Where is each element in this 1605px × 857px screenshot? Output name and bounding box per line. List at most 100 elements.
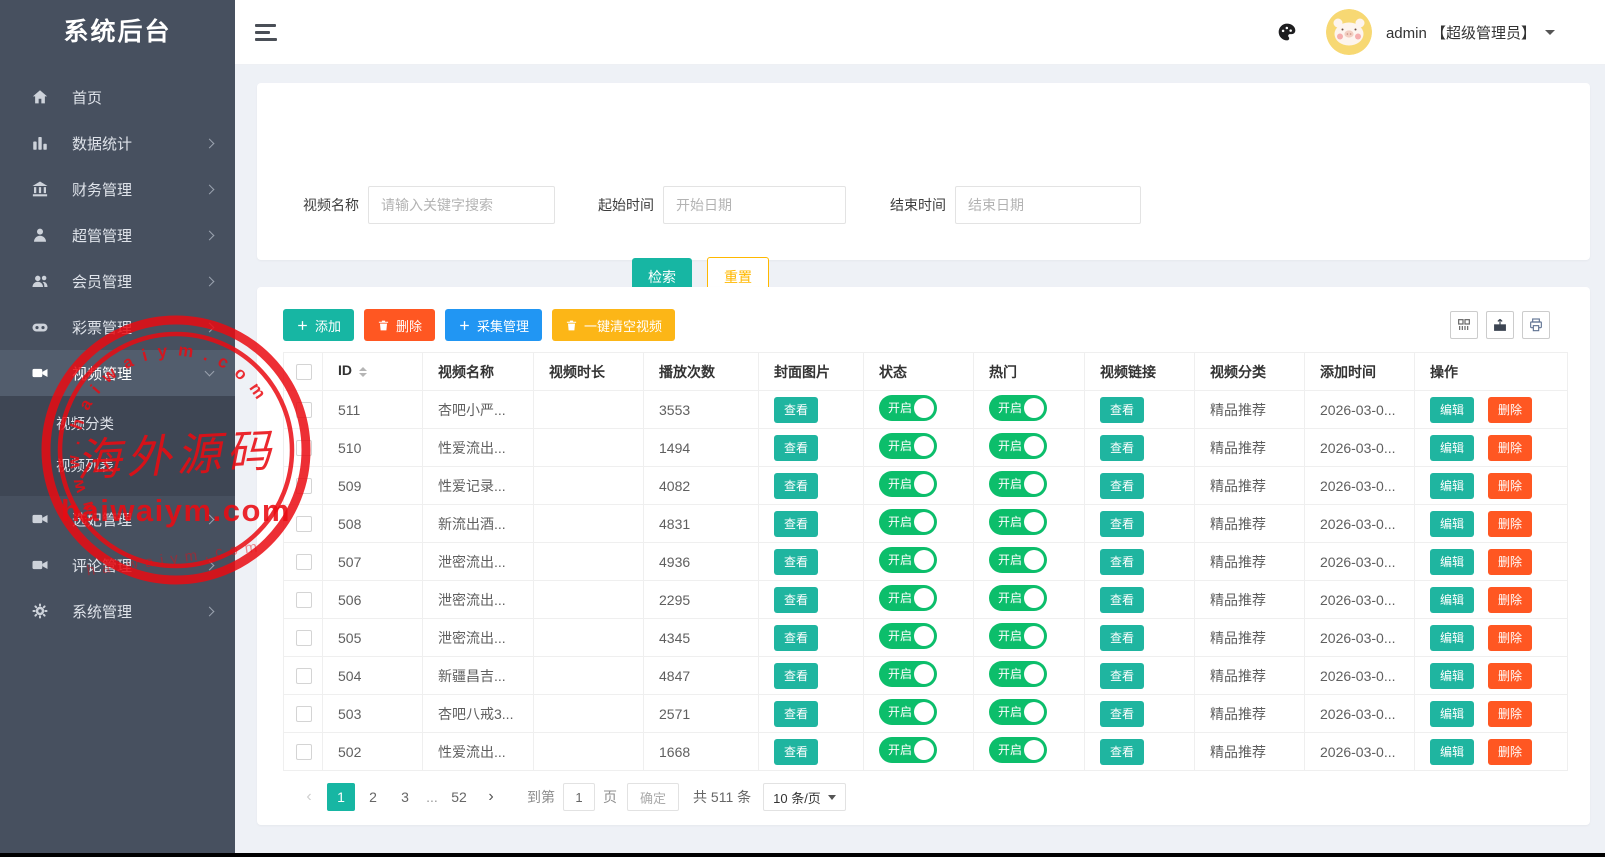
pagination-page-52[interactable]: 52	[445, 783, 473, 811]
sidebar-item-stats[interactable]: 数据统计	[0, 120, 235, 166]
edit-button[interactable]: 编辑	[1430, 739, 1474, 765]
row-checkbox[interactable]	[296, 706, 312, 722]
status-toggle[interactable]: 开启	[879, 433, 937, 459]
row-delete-button[interactable]: 删除	[1488, 397, 1532, 423]
cover-view-button[interactable]: 查看	[774, 663, 818, 689]
cover-view-button[interactable]: 查看	[774, 739, 818, 765]
row-delete-button[interactable]: 删除	[1488, 625, 1532, 651]
sidebar-subitem-video-categories[interactable]: 视频分类	[0, 404, 235, 446]
pagination-page-1[interactable]: 1	[327, 783, 355, 811]
add-button[interactable]: 添加	[283, 309, 354, 341]
sidebar-item-finance[interactable]: 财务管理	[0, 166, 235, 212]
row-delete-button[interactable]: 删除	[1488, 701, 1532, 727]
cover-view-button[interactable]: 查看	[774, 587, 818, 613]
row-checkbox[interactable]	[296, 402, 312, 418]
pagination-page-2[interactable]: 2	[359, 783, 387, 811]
row-checkbox[interactable]	[296, 440, 312, 456]
link-view-button[interactable]: 查看	[1100, 663, 1144, 689]
delete-button[interactable]: 删除	[364, 309, 435, 341]
page-size-select[interactable]: 10 条/页	[763, 783, 846, 811]
select-all-checkbox[interactable]	[296, 364, 312, 380]
row-delete-button[interactable]: 删除	[1488, 663, 1532, 689]
sort-icon[interactable]	[359, 363, 367, 381]
cover-view-button[interactable]: 查看	[774, 511, 818, 537]
collect-manage-button[interactable]: 采集管理	[445, 309, 542, 341]
sidebar-item-home[interactable]: 首页	[0, 74, 235, 120]
status-toggle[interactable]: 开启	[879, 547, 937, 573]
hot-toggle[interactable]: 开启	[989, 661, 1047, 687]
goto-page-input[interactable]	[563, 783, 595, 811]
status-toggle[interactable]: 开启	[879, 737, 937, 763]
sidebar-item-members[interactable]: 会员管理	[0, 258, 235, 304]
link-view-button[interactable]: 查看	[1100, 587, 1144, 613]
edit-button[interactable]: 编辑	[1430, 397, 1474, 423]
row-checkbox[interactable]	[296, 478, 312, 494]
goto-confirm-button[interactable]: 确定	[627, 783, 679, 811]
status-toggle[interactable]: 开启	[879, 623, 937, 649]
link-view-button[interactable]: 查看	[1100, 435, 1144, 461]
row-checkbox[interactable]	[296, 592, 312, 608]
row-delete-button[interactable]: 删除	[1488, 435, 1532, 461]
edit-button[interactable]: 编辑	[1430, 435, 1474, 461]
menu-toggle-button[interactable]	[255, 20, 279, 45]
row-delete-button[interactable]: 删除	[1488, 549, 1532, 575]
start-date-input[interactable]	[663, 186, 846, 224]
sidebar-item-superadmin[interactable]: 超管管理	[0, 212, 235, 258]
video-name-input[interactable]	[368, 186, 555, 224]
end-date-input[interactable]	[955, 186, 1141, 224]
filter-columns-button[interactable]	[1450, 311, 1478, 339]
row-checkbox[interactable]	[296, 744, 312, 760]
status-toggle[interactable]: 开启	[879, 471, 937, 497]
hot-toggle[interactable]: 开启	[989, 699, 1047, 725]
status-toggle[interactable]: 开启	[879, 509, 937, 535]
link-view-button[interactable]: 查看	[1100, 549, 1144, 575]
row-checkbox[interactable]	[296, 630, 312, 646]
status-toggle[interactable]: 开启	[879, 661, 937, 687]
row-delete-button[interactable]: 删除	[1488, 511, 1532, 537]
edit-button[interactable]: 编辑	[1430, 511, 1474, 537]
link-view-button[interactable]: 查看	[1100, 397, 1144, 423]
hot-toggle[interactable]: 开启	[989, 547, 1047, 573]
avatar[interactable]	[1326, 9, 1372, 55]
hot-toggle[interactable]: 开启	[989, 737, 1047, 763]
sidebar-item-lottery[interactable]: 彩票管理	[0, 304, 235, 350]
status-toggle[interactable]: 开启	[879, 395, 937, 421]
link-view-button[interactable]: 查看	[1100, 701, 1144, 727]
edit-button[interactable]: 编辑	[1430, 549, 1474, 575]
row-checkbox[interactable]	[296, 668, 312, 684]
cover-view-button[interactable]: 查看	[774, 625, 818, 651]
cover-view-button[interactable]: 查看	[774, 397, 818, 423]
hot-toggle[interactable]: 开启	[989, 585, 1047, 611]
col-header-id[interactable]: ID	[323, 353, 423, 391]
hot-toggle[interactable]: 开启	[989, 395, 1047, 421]
hot-toggle[interactable]: 开启	[989, 509, 1047, 535]
cover-view-button[interactable]: 查看	[774, 701, 818, 727]
clear-all-videos-button[interactable]: 一键清空视频	[552, 309, 675, 341]
admin-dropdown[interactable]: admin 【超级管理员】	[1386, 22, 1536, 43]
edit-button[interactable]: 编辑	[1430, 587, 1474, 613]
row-delete-button[interactable]: 删除	[1488, 739, 1532, 765]
cover-view-button[interactable]: 查看	[774, 435, 818, 461]
edit-button[interactable]: 编辑	[1430, 701, 1474, 727]
sidebar-subitem-video-list[interactable]: 视频列表	[0, 446, 235, 488]
link-view-button[interactable]: 查看	[1100, 511, 1144, 537]
edit-button[interactable]: 编辑	[1430, 473, 1474, 499]
cover-view-button[interactable]: 查看	[774, 549, 818, 575]
hot-toggle[interactable]: 开启	[989, 623, 1047, 649]
pagination-next[interactable]: ›	[477, 783, 505, 811]
status-toggle[interactable]: 开启	[879, 699, 937, 725]
status-toggle[interactable]: 开启	[879, 585, 937, 611]
print-button[interactable]	[1522, 311, 1550, 339]
link-view-button[interactable]: 查看	[1100, 739, 1144, 765]
sidebar-item-system[interactable]: 系统管理	[0, 588, 235, 634]
row-delete-button[interactable]: 删除	[1488, 473, 1532, 499]
pagination-page-3[interactable]: 3	[391, 783, 419, 811]
sidebar-item-video[interactable]: 视频管理	[0, 350, 235, 396]
row-delete-button[interactable]: 删除	[1488, 587, 1532, 613]
link-view-button[interactable]: 查看	[1100, 625, 1144, 651]
row-checkbox[interactable]	[296, 554, 312, 570]
export-button[interactable]	[1486, 311, 1514, 339]
sidebar-item-concubine[interactable]: 选妃管理	[0, 496, 235, 542]
hot-toggle[interactable]: 开启	[989, 433, 1047, 459]
theme-palette-icon[interactable]	[1277, 22, 1297, 42]
